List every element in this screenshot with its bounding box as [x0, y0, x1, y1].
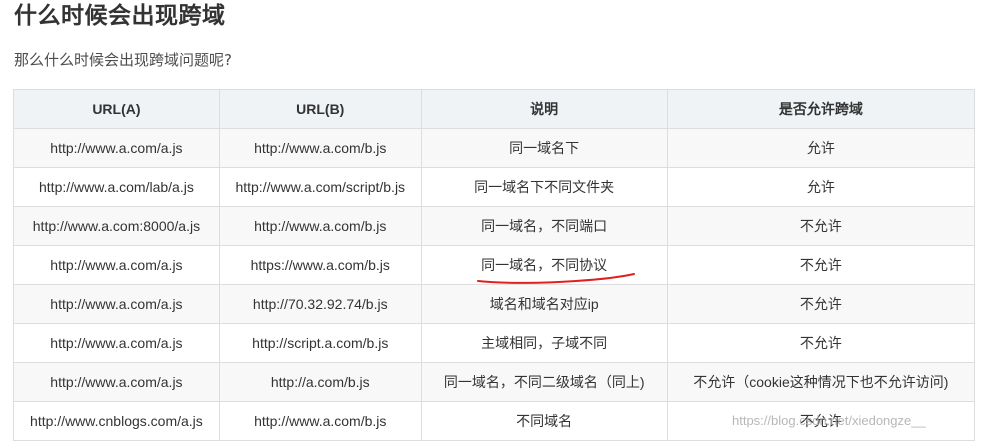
table-row: http://www.a.com/a.js https://www.a.com/… — [13, 245, 976, 285]
table-header-row: URL(A) URL(B) 说明 是否允许跨域 — [13, 89, 976, 129]
table-row: http://www.a.com:8000/a.js http://www.a.… — [13, 206, 976, 246]
table-row: http://www.a.com/lab/a.js http://www.a.c… — [13, 167, 976, 207]
cell-description: 不同域名 — [420, 401, 668, 441]
cell-url-b: http://www.a.com/b.js — [218, 206, 422, 246]
cell-url-a: http://www.a.com/a.js — [13, 323, 220, 363]
cell-url-b: http://70.32.92.74/b.js — [218, 284, 422, 324]
header-url-a: URL(A) — [13, 89, 220, 129]
cell-url-a: http://www.cnblogs.com/a.js — [13, 401, 220, 441]
cell-description: 同一域名下不同文件夹 — [420, 167, 668, 207]
table-row: http://www.a.com/a.js http://a.com/b.js … — [13, 362, 976, 402]
cell-allowed: 不允许 — [666, 401, 976, 441]
cell-url-a: http://www.a.com/a.js — [13, 284, 220, 324]
page: 什么时候会出现跨域 那么什么时候会出现跨域问题呢? URL(A) URL(B) … — [0, 0, 981, 442]
cell-description: 同一域名，不同二级域名（同上) — [420, 362, 668, 402]
cell-url-b: http://www.a.com/b.js — [218, 401, 422, 441]
cell-url-a: http://www.a.com/lab/a.js — [13, 167, 220, 207]
table-row: http://www.cnblogs.com/a.js http://www.a… — [13, 401, 976, 441]
cell-url-b: http://www.a.com/b.js — [218, 128, 422, 168]
cell-allowed: 不允许 — [666, 245, 976, 285]
cell-url-b: http://script.a.com/b.js — [218, 323, 422, 363]
intro-paragraph: 那么什么时候会出现跨域问题呢? — [14, 51, 232, 69]
cell-allowed: 不允许 — [666, 323, 976, 363]
table-row: http://www.a.com/a.js http://70.32.92.74… — [13, 284, 976, 324]
cell-allowed: 允许 — [666, 167, 976, 207]
table-row: http://www.a.com/a.js http://script.a.co… — [13, 323, 976, 363]
cell-allowed: 不允许（cookie这种情况下也不允许访问) — [666, 362, 976, 402]
cell-description: 主域相同，子域不同 — [420, 323, 668, 363]
page-title: 什么时候会出现跨域 — [14, 3, 226, 29]
cell-url-a: http://www.a.com/a.js — [13, 362, 220, 402]
cell-description: 同一域名下 — [420, 128, 668, 168]
cell-allowed: 不允许 — [666, 284, 976, 324]
cross-origin-table: URL(A) URL(B) 说明 是否允许跨域 http://www.a.com… — [13, 89, 976, 441]
cell-url-b: http://www.a.com/script/b.js — [218, 167, 422, 207]
cell-description: 同一域名，不同端口 — [420, 206, 668, 246]
cell-url-b: http://a.com/b.js — [218, 362, 422, 402]
header-url-b: URL(B) — [218, 89, 422, 129]
cell-url-a: http://www.a.com/a.js — [13, 128, 220, 168]
header-allowed: 是否允许跨域 — [666, 89, 976, 129]
cell-url-b: https://www.a.com/b.js — [218, 245, 422, 285]
cell-allowed: 允许 — [666, 128, 976, 168]
cell-url-a: http://www.a.com:8000/a.js — [13, 206, 220, 246]
table-row: http://www.a.com/a.js http://www.a.com/b… — [13, 128, 976, 168]
cell-description: 同一域名，不同协议 — [420, 245, 668, 285]
cell-url-a: http://www.a.com/a.js — [13, 245, 220, 285]
header-description: 说明 — [420, 89, 668, 129]
cell-description: 域名和域名对应ip — [420, 284, 668, 324]
cell-allowed: 不允许 — [666, 206, 976, 246]
